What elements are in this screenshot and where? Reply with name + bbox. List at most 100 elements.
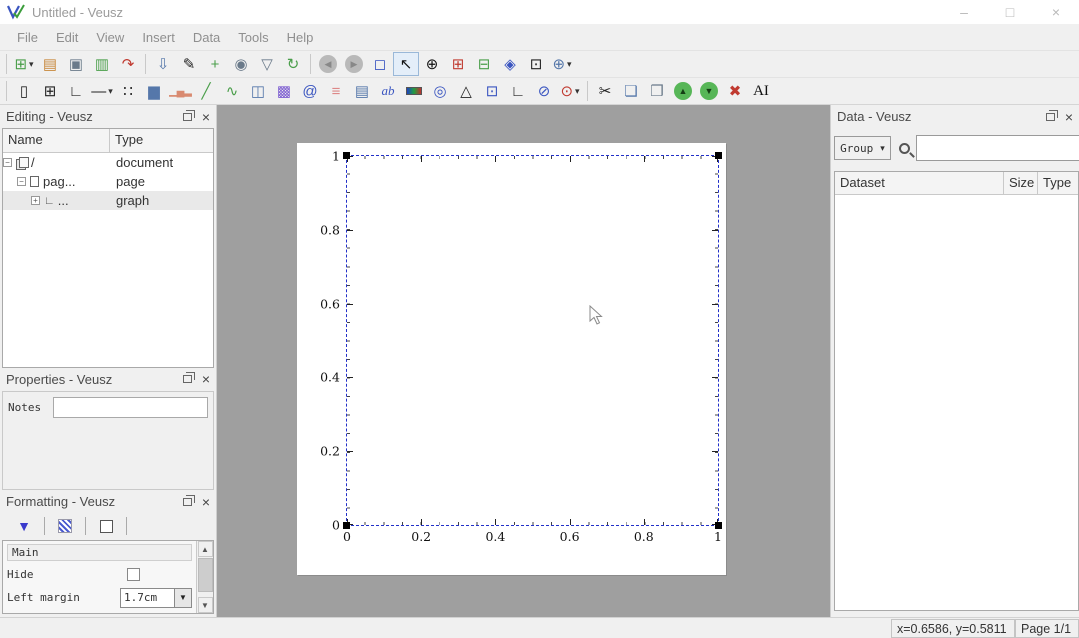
- collapse-icon[interactable]: −: [17, 177, 26, 186]
- recenter-graph-button[interactable]: ◈: [497, 52, 523, 76]
- reload-data-button[interactable]: ↻: [280, 52, 306, 76]
- close-panel-icon[interactable]: ×: [202, 495, 210, 509]
- select-items-button[interactable]: ◻: [367, 52, 393, 76]
- save-document-button[interactable]: ▣: [63, 52, 89, 76]
- scroll-up-icon[interactable]: ▲: [198, 541, 213, 557]
- notes-input[interactable]: [53, 397, 208, 418]
- left-margin-combobox[interactable]: 1.7cm ▼: [120, 588, 192, 608]
- add-axis3d-button[interactable]: ∟: [505, 79, 531, 103]
- float-panel-icon[interactable]: [183, 498, 192, 506]
- tree-row-graph[interactable]: + ∟ ... graph: [3, 191, 213, 210]
- close-button[interactable]: ×: [1033, 0, 1079, 24]
- menu-edit[interactable]: Edit: [47, 30, 87, 45]
- formatting-scrollbar[interactable]: ▲ ▼: [196, 541, 213, 613]
- rename-widget-button[interactable]: AI: [748, 79, 774, 103]
- menu-data[interactable]: Data: [184, 30, 229, 45]
- expand-icon[interactable]: +: [31, 196, 40, 205]
- selection-handle[interactable]: [715, 152, 722, 159]
- add-function-button[interactable]: ∿: [219, 79, 245, 103]
- add-page-button[interactable]: ▯: [11, 79, 37, 103]
- close-panel-icon[interactable]: ×: [202, 110, 210, 124]
- float-panel-icon[interactable]: [183, 375, 192, 383]
- import-data-button[interactable]: ⇩: [150, 52, 176, 76]
- tree-column-name[interactable]: Name: [3, 129, 110, 152]
- column-type[interactable]: Type: [1038, 172, 1078, 194]
- tab-border[interactable]: [86, 515, 126, 537]
- menu-insert[interactable]: Insert: [133, 30, 184, 45]
- copy-button[interactable]: ❏: [618, 79, 644, 103]
- menu-view[interactable]: View: [87, 30, 133, 45]
- close-panel-icon[interactable]: ×: [202, 372, 210, 386]
- filter-data-button[interactable]: ▽: [254, 52, 280, 76]
- add-grid-button[interactable]: ⊞: [37, 79, 63, 103]
- column-dataset[interactable]: Dataset: [835, 172, 1004, 194]
- create-data-button[interactable]: +: [202, 52, 228, 76]
- selection-handle[interactable]: [715, 522, 722, 529]
- cut-button[interactable]: ✂: [592, 79, 618, 103]
- move-up-button[interactable]: ▲: [670, 79, 696, 103]
- zoom-menu-button[interactable]: ⊕▾: [549, 52, 575, 76]
- capture-data-button[interactable]: ◉: [228, 52, 254, 76]
- menu-tools[interactable]: Tools: [229, 30, 277, 45]
- tab-main-formatting[interactable]: ▼: [4, 515, 44, 537]
- select-pointer-button[interactable]: ↖: [393, 52, 419, 76]
- add-shape-button[interactable]: ⊙▾: [557, 79, 583, 103]
- zoom-into-graph-button[interactable]: ⊞: [445, 52, 471, 76]
- selection-handle[interactable]: [343, 152, 350, 159]
- add-fit-button[interactable]: ╱: [193, 79, 219, 103]
- dataset-search-input[interactable]: [916, 135, 1079, 161]
- plot-page[interactable]: 1 0.8 0.6 0.4 0.2 0 0 0.2 0.4 0.6 0.8 1: [297, 143, 726, 575]
- paste-button[interactable]: ❒: [644, 79, 670, 103]
- print-document-button[interactable]: ▥: [89, 52, 115, 76]
- add-graph-button[interactable]: ∟: [63, 79, 89, 103]
- tree-column-type[interactable]: Type: [110, 129, 148, 152]
- hide-checkbox[interactable]: [127, 568, 140, 581]
- scroll-down-icon[interactable]: ▼: [198, 597, 213, 613]
- combo-arrow-icon[interactable]: ▼: [174, 589, 191, 607]
- collapse-icon[interactable]: −: [3, 158, 12, 167]
- maximize-button[interactable]: □: [987, 0, 1033, 24]
- menu-help[interactable]: Help: [278, 30, 323, 45]
- add-colorbar-button[interactable]: [401, 79, 427, 103]
- minimize-button[interactable]: –: [941, 0, 987, 24]
- float-panel-icon[interactable]: [1046, 113, 1055, 121]
- add-scene3d-button[interactable]: ⊡: [479, 79, 505, 103]
- add-function3d-button[interactable]: ⊘: [531, 79, 557, 103]
- add-text-button[interactable]: ab: [375, 79, 401, 103]
- add-bar-button[interactable]: ▆: [141, 79, 167, 103]
- group-dropdown-button[interactable]: Group ▾: [834, 136, 891, 160]
- add-histogram-button[interactable]: ▁▄▂: [167, 79, 193, 103]
- close-panel-icon[interactable]: ×: [1065, 110, 1073, 124]
- plot-canvas[interactable]: 1 0.8 0.6 0.4 0.2 0 0 0.2 0.4 0.6 0.8 1: [217, 105, 830, 617]
- add-image-button[interactable]: ▩: [271, 79, 297, 103]
- float-panel-icon[interactable]: [183, 113, 192, 121]
- delete-widget-button[interactable]: ✖: [722, 79, 748, 103]
- open-document-button[interactable]: ▤: [37, 52, 63, 76]
- selected-graph[interactable]: 1 0.8 0.6 0.4 0.2 0 0 0.2 0.4 0.6 0.8 1: [346, 155, 719, 526]
- scrollbar-thumb[interactable]: [198, 558, 213, 592]
- export-document-button[interactable]: ↷: [115, 52, 141, 76]
- zoom-out-of-graph-button[interactable]: ⊟: [471, 52, 497, 76]
- add-label-button[interactable]: ▤: [349, 79, 375, 103]
- view-whole-plot-button[interactable]: ⊕: [419, 52, 445, 76]
- add-xy-button[interactable]: ∷: [115, 79, 141, 103]
- menu-file[interactable]: File: [8, 30, 47, 45]
- add-boxplot-button[interactable]: ◫: [245, 79, 271, 103]
- tree-row-page[interactable]: − pag... page: [3, 172, 213, 191]
- add-axis-button[interactable]: —▾: [89, 79, 115, 103]
- tree-row-document[interactable]: − / document: [3, 153, 213, 172]
- selection-handle[interactable]: [343, 522, 350, 529]
- add-polar-button[interactable]: ◎: [427, 79, 453, 103]
- previous-page-button[interactable]: ◀: [315, 52, 341, 76]
- add-contour-button[interactable]: @: [297, 79, 323, 103]
- edit-data-button[interactable]: ✎: [176, 52, 202, 76]
- move-down-button[interactable]: ▼: [696, 79, 722, 103]
- new-document-button[interactable]: ⊞▾: [11, 52, 37, 76]
- zoom-page-button[interactable]: ⊡: [523, 52, 549, 76]
- add-key-button[interactable]: ≡: [323, 79, 349, 103]
- add-ternary-button[interactable]: △: [453, 79, 479, 103]
- dataset-table-body[interactable]: [835, 195, 1078, 610]
- tab-background-fill[interactable]: [45, 515, 85, 537]
- next-page-button[interactable]: ▶: [341, 52, 367, 76]
- column-size[interactable]: Size: [1004, 172, 1038, 194]
